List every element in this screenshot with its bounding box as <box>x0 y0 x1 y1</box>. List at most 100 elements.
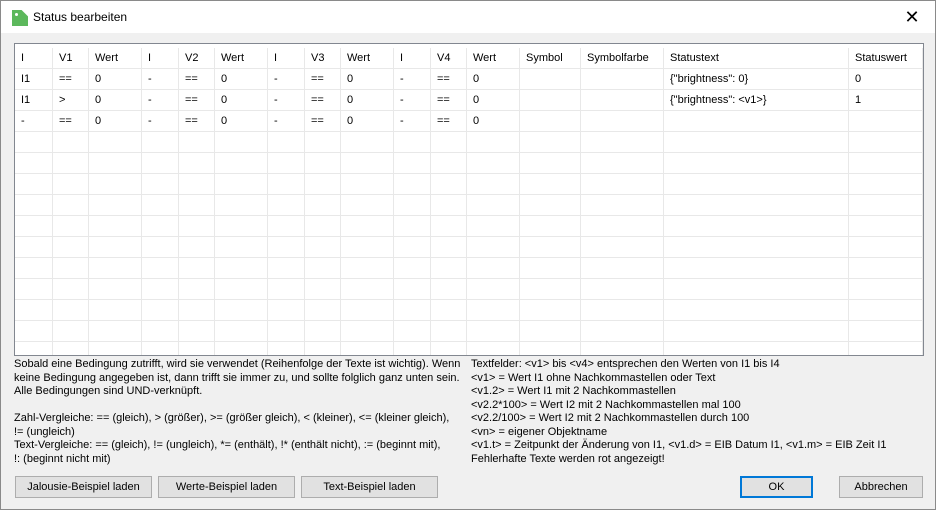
load-values-example-button[interactable]: Werte-Beispiel laden <box>158 476 295 498</box>
table-cell[interactable] <box>267 236 305 258</box>
table-cell[interactable] <box>519 215 581 237</box>
table-cell[interactable] <box>178 320 215 342</box>
table-cell[interactable] <box>430 278 467 300</box>
table-cell[interactable] <box>15 194 53 216</box>
table-cell[interactable] <box>393 131 431 153</box>
table-cell[interactable]: 0 <box>88 89 142 111</box>
table-cell[interactable] <box>340 215 394 237</box>
table-cell[interactable] <box>580 194 664 216</box>
table-cell[interactable]: I1 <box>15 68 53 90</box>
table-cell[interactable] <box>141 152 179 174</box>
table-cell[interactable] <box>519 299 581 321</box>
table-cell[interactable] <box>340 257 394 279</box>
table-cell[interactable] <box>393 299 431 321</box>
table-cell[interactable]: {"brightness": <v1>} <box>663 89 849 111</box>
table-cell[interactable] <box>430 194 467 216</box>
table-cell[interactable] <box>141 341 179 355</box>
table-cell[interactable] <box>580 110 664 132</box>
table-cell[interactable] <box>214 299 268 321</box>
table-cell[interactable] <box>178 236 215 258</box>
ok-button[interactable]: OK <box>740 476 813 498</box>
table-cell[interactable] <box>15 152 53 174</box>
table-cell[interactable]: == <box>430 89 467 111</box>
table-cell[interactable] <box>52 299 89 321</box>
table-cell[interactable]: - <box>393 110 431 132</box>
table-cell[interactable] <box>340 341 394 355</box>
table-cell[interactable] <box>663 173 849 195</box>
table-row[interactable] <box>15 215 923 237</box>
table-cell[interactable] <box>52 236 89 258</box>
table-cell[interactable] <box>304 194 341 216</box>
table-cell[interactable] <box>519 341 581 355</box>
table-cell[interactable]: - <box>141 68 179 90</box>
table-cell[interactable]: - <box>15 110 53 132</box>
table-cell[interactable] <box>430 299 467 321</box>
table-cell[interactable] <box>304 257 341 279</box>
table-cell[interactable] <box>304 320 341 342</box>
table-cell[interactable]: == <box>178 89 215 111</box>
table-cell[interactable]: I1 <box>15 89 53 111</box>
table-cell[interactable] <box>214 278 268 300</box>
table-cell[interactable] <box>466 278 520 300</box>
table-cell[interactable] <box>214 215 268 237</box>
table-cell[interactable] <box>267 194 305 216</box>
table-cell[interactable] <box>430 173 467 195</box>
table-cell[interactable] <box>580 320 664 342</box>
table-cell[interactable] <box>848 236 923 258</box>
table-cell[interactable]: {"brightness": 0} <box>663 68 849 90</box>
table-cell[interactable]: 0 <box>88 110 142 132</box>
table-cell[interactable] <box>340 194 394 216</box>
table-cell[interactable] <box>15 131 53 153</box>
table-cell[interactable] <box>52 173 89 195</box>
table-cell[interactable] <box>848 215 923 237</box>
table-cell[interactable] <box>340 173 394 195</box>
table-cell[interactable]: == <box>430 110 467 132</box>
table-cell[interactable] <box>466 215 520 237</box>
table-cell[interactable] <box>267 341 305 355</box>
table-cell[interactable]: 0 <box>466 68 520 90</box>
table-cell[interactable] <box>88 173 142 195</box>
table-cell[interactable] <box>141 215 179 237</box>
table-row[interactable]: I1 >0- == 0- == 0- == 0 {"brightness": <v1>} 1 <box>15 89 923 111</box>
table-cell[interactable] <box>267 173 305 195</box>
table-cell[interactable] <box>393 152 431 174</box>
load-jalousie-example-button[interactable]: Jalousie-Beispiel laden <box>15 476 152 498</box>
table-cell[interactable] <box>580 236 664 258</box>
table-row[interactable] <box>15 341 923 355</box>
table-cell[interactable] <box>393 215 431 237</box>
table-cell[interactable] <box>304 173 341 195</box>
table-cell[interactable] <box>663 299 849 321</box>
table-cell[interactable] <box>848 194 923 216</box>
close-icon[interactable]: ✕ <box>889 1 935 33</box>
table-cell[interactable] <box>52 278 89 300</box>
table-cell[interactable] <box>52 341 89 355</box>
table-cell[interactable] <box>267 257 305 279</box>
table-cell[interactable] <box>15 215 53 237</box>
table-cell[interactable]: 0 <box>340 68 394 90</box>
table-cell[interactable] <box>178 152 215 174</box>
table-cell[interactable] <box>466 173 520 195</box>
table-cell[interactable] <box>393 257 431 279</box>
table-cell[interactable] <box>430 320 467 342</box>
table-cell[interactable] <box>663 131 849 153</box>
table-cell[interactable] <box>663 257 849 279</box>
table-cell[interactable]: - <box>393 68 431 90</box>
table-cell[interactable] <box>519 278 581 300</box>
table-cell[interactable] <box>214 320 268 342</box>
table-cell[interactable] <box>214 236 268 258</box>
table-cell[interactable] <box>214 131 268 153</box>
table-cell[interactable]: 0 <box>340 89 394 111</box>
table-cell[interactable] <box>848 257 923 279</box>
table-cell[interactable] <box>519 194 581 216</box>
table-cell[interactable]: - <box>267 68 305 90</box>
table-row[interactable]: - == 0- == 0- == 0- == 0 <box>15 110 923 132</box>
table-cell[interactable] <box>88 299 142 321</box>
table-cell[interactable] <box>304 341 341 355</box>
table-cell[interactable] <box>304 236 341 258</box>
table-cell[interactable] <box>580 89 664 111</box>
table-cell[interactable]: == <box>304 110 341 132</box>
table-cell[interactable] <box>178 194 215 216</box>
table-cell[interactable] <box>15 341 53 355</box>
table-row[interactable] <box>15 236 923 258</box>
table-cell[interactable] <box>580 131 664 153</box>
